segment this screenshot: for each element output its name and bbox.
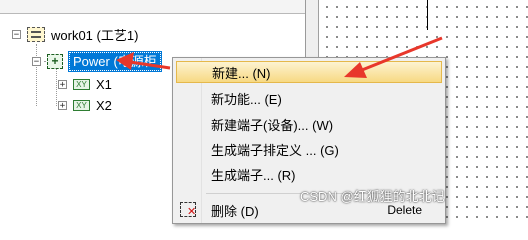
terminal-strip-icon: XY [73, 78, 90, 90]
delete-x-icon: ✕ [187, 206, 197, 218]
tree-node-label[interactable]: work01 (工艺1) [51, 25, 138, 44]
menu-item-label: 新建端子(设备)... (W) [211, 117, 334, 133]
expand-toggle-icon[interactable]: + [58, 79, 67, 89]
expand-toggle-icon[interactable]: + [58, 100, 67, 110]
menu-item-label: 生成端子... (R) [211, 167, 296, 183]
menu-item-label: 新功能... (E) [211, 91, 282, 107]
terminal-strip-icon: XY [73, 99, 90, 111]
watermark: CSDN @红狐狸的北北记 [300, 189, 445, 204]
tree-node-label-selected[interactable]: Power (电源柜 [68, 50, 162, 72]
tree-node-x2[interactable]: + XY X2 [58, 96, 112, 114]
project-icon [27, 26, 45, 42]
menu-item-label: 删除 (D) [211, 203, 259, 219]
menu-item-generate-strip-definition[interactable]: 生成端子排定义 ... (G) [176, 138, 442, 160]
collapse-toggle-icon[interactable]: − [32, 56, 41, 66]
tree-node-x1[interactable]: + XY X1 [58, 75, 112, 93]
tree-connector [56, 68, 57, 106]
menu-item-accelerator: Delete [387, 203, 422, 217]
tree-node-power[interactable]: − + Power (电源柜 [32, 50, 162, 72]
tree-panel-header [0, 0, 305, 14]
menu-item-label: 生成端子排定义 ... (G) [211, 142, 339, 158]
tree-node-label[interactable]: X1 [96, 77, 112, 92]
menu-item-new[interactable]: 新建... (N) [176, 61, 442, 83]
menu-item-label: 新建... (N) [212, 65, 271, 81]
tree-node-work01[interactable]: − work01 (工艺1) [12, 25, 138, 43]
menu-item-new-terminal[interactable]: 新建端子(设备)... (W) [176, 113, 442, 135]
canvas-wire [427, 0, 428, 30]
tree-node-label[interactable]: X2 [96, 98, 112, 113]
power-icon: + [47, 53, 63, 69]
menu-item-generate-terminals[interactable]: 生成端子... (R) [176, 163, 442, 185]
menu-item-new-function[interactable]: 新功能... (E) [176, 87, 442, 109]
collapse-toggle-icon[interactable]: − [12, 29, 21, 39]
